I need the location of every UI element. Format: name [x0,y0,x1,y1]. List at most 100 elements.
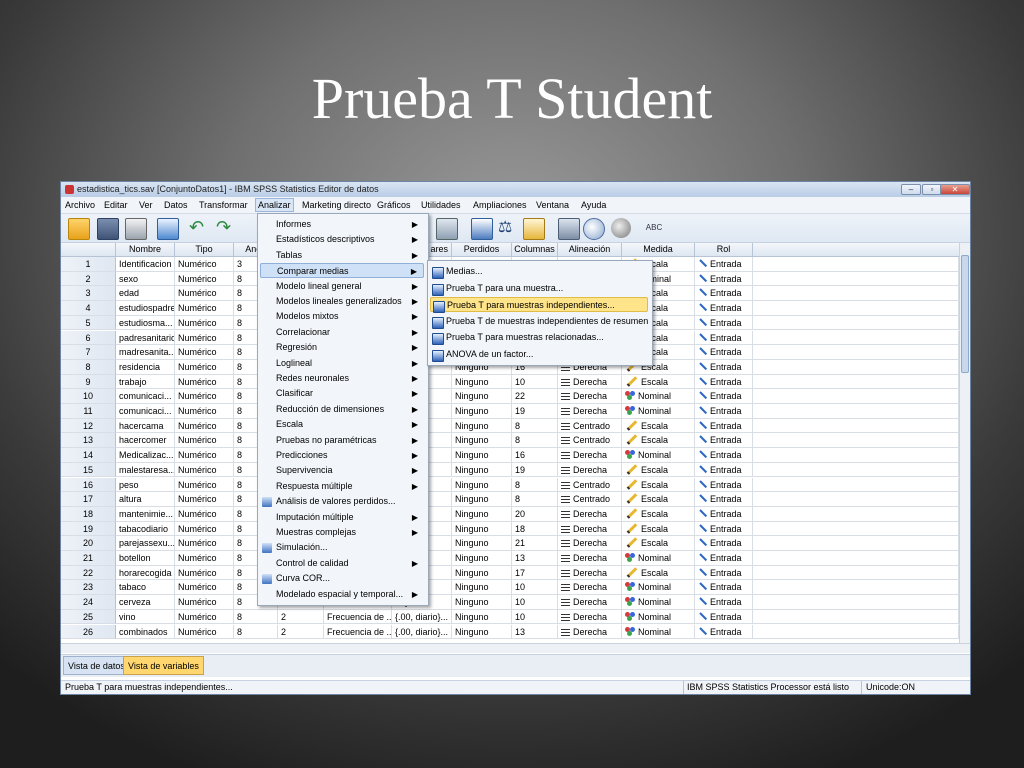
cell-nombre[interactable]: trabajo [116,374,175,390]
row-number[interactable]: 18 [61,506,116,522]
cell-alineacion[interactable]: Centrado [558,433,622,449]
cell-alineacion[interactable]: Derecha [558,506,622,522]
cell-rol[interactable]: Entrada [695,418,753,434]
cell-perdidos[interactable]: Ninguno [452,477,512,493]
cell-perdidos[interactable]: Ninguno [452,536,512,551]
select-cases-icon[interactable] [558,218,580,240]
cell-columnas[interactable]: 8 [512,477,558,493]
cell-alineacion[interactable]: Derecha [558,389,622,404]
cell-tipo[interactable]: Numérico [175,521,234,537]
menu-item[interactable]: Estadísticos descriptivos ▶ [260,232,424,247]
cell-medida[interactable]: Escala [622,462,695,478]
cell-etiqueta[interactable]: Frecuencia de ... [324,609,392,625]
undo-icon[interactable]: ↶ [189,218,209,238]
cell-nombre[interactable]: estudiospadre [116,301,175,316]
split-file-icon[interactable] [523,218,545,240]
tab-vista-de-datos[interactable]: Vista de datos [63,656,130,675]
cell-tipo[interactable]: Numérico [175,374,234,390]
cell-alineacion[interactable]: Centrado [558,418,622,434]
cell-alineacion[interactable]: Derecha [558,374,622,390]
cell-perdidos[interactable]: Ninguno [452,506,512,522]
row-number[interactable]: 7 [61,345,116,360]
cell-columnas[interactable]: 13 [512,551,558,566]
row-number[interactable]: 24 [61,595,116,610]
insert-cases-icon[interactable] [471,218,493,240]
cell-tipo[interactable]: Numérico [175,359,234,375]
cell-columnas[interactable]: 17 [512,565,558,581]
column-header-columnas[interactable]: Columnas [512,243,558,257]
menu-marketing-directo[interactable]: Marketing directo [302,200,371,210]
cell-medida[interactable]: Escala [622,433,695,449]
row-number[interactable]: 20 [61,536,116,551]
row-number[interactable]: 10 [61,389,116,404]
cell-tipo[interactable]: Numérico [175,506,234,522]
cell-tipo[interactable]: Numérico [175,448,234,463]
menu-editar[interactable]: Editar [104,200,128,210]
row-number[interactable]: 25 [61,609,116,625]
cell-perdidos[interactable]: Ninguno [452,404,512,419]
cell-medida[interactable]: Nominal [622,624,695,640]
cell-tipo[interactable]: Numérico [175,492,234,507]
cell-rol[interactable]: Entrada [695,271,753,287]
cell-columnas[interactable]: 10 [512,595,558,610]
cell-rol[interactable]: Entrada [695,521,753,537]
cell-rol[interactable]: Entrada [695,624,753,640]
cell-alineacion[interactable]: Centrado [558,477,622,493]
cell-nombre[interactable]: botellon [116,551,175,566]
cell-medida[interactable]: Nominal [622,580,695,596]
cell-medida[interactable]: Nominal [622,448,695,463]
cell-columnas[interactable]: 10 [512,580,558,596]
cell-tipo[interactable]: Numérico [175,389,234,404]
cell-tipo[interactable]: Numérico [175,345,234,360]
cell-alineacion[interactable]: Derecha [558,609,622,625]
menu-ver[interactable]: Ver [139,200,153,210]
cell-anch[interactable]: 8 [234,624,278,640]
cell-columnas[interactable]: 19 [512,462,558,478]
submenu-item[interactable]: Prueba T para muestras relacionadas... [430,330,648,345]
cell-rol[interactable]: Entrada [695,506,753,522]
row-number[interactable]: 2 [61,271,116,287]
column-header-nombre[interactable]: Nombre [116,243,175,257]
submenu-item[interactable]: Prueba T de muestras independientes de r… [430,314,648,329]
cell-medida[interactable]: Escala [622,492,695,507]
cell-medida[interactable]: Nominal [622,551,695,566]
cell-rol[interactable]: Entrada [695,404,753,419]
cell-medida[interactable]: Nominal [622,595,695,610]
cell-alineacion[interactable]: Derecha [558,595,622,610]
use-sets-icon[interactable] [611,218,631,238]
cell-columnas[interactable]: 21 [512,536,558,551]
menu-item[interactable]: Modelo lineal general ▶ [260,279,424,294]
menu-item[interactable]: Muestras complejas ▶ [260,525,424,540]
cell-alineacion[interactable]: Derecha [558,624,622,640]
cell-tipo[interactable]: Numérico [175,404,234,419]
cell-perdidos[interactable]: Ninguno [452,389,512,404]
cell-ares[interactable]: {.00, diario}... [392,609,452,625]
cell-tipo[interactable]: Numérico [175,551,234,566]
submenu-item[interactable]: ANOVA de un factor... [430,347,648,362]
menu-transformar[interactable]: Transformar [199,200,248,210]
cell-columnas[interactable]: 8 [512,433,558,449]
cell-tipo[interactable]: Numérico [175,315,234,331]
cell-tipo[interactable]: Numérico [175,330,234,346]
cell-tipo[interactable]: Numérico [175,609,234,625]
menu-item[interactable]: Correlacionar ▶ [260,325,424,340]
row-number[interactable]: 22 [61,565,116,581]
menu-item-prueba-t-independientes[interactable]: Prueba T para muestras independientes... [430,297,648,313]
menu-utilidades[interactable]: Utilidades [421,200,461,210]
cell-tipo[interactable]: Numérico [175,257,234,272]
submenu-item[interactable]: Prueba T para una muestra... [430,281,648,296]
menu-item[interactable]: Curva COR... [260,571,424,586]
cell-perdidos[interactable]: Ninguno [452,609,512,625]
menu-item[interactable]: Regresión ▶ [260,340,424,355]
cell-nombre[interactable]: Medicalizac... [116,448,175,463]
cell-rol[interactable]: Entrada [695,315,753,331]
cell-alineacion[interactable]: Centrado [558,492,622,507]
cell-tipo[interactable]: Numérico [175,565,234,581]
cell-columnas[interactable]: 20 [512,506,558,522]
row-number[interactable]: 15 [61,462,116,478]
cell-nombre[interactable]: comunicaci... [116,404,175,419]
row-number[interactable]: 6 [61,330,116,346]
row-number[interactable]: 1 [61,257,116,272]
cell-decim[interactable]: 2 [278,624,324,640]
find-icon[interactable] [436,218,458,240]
